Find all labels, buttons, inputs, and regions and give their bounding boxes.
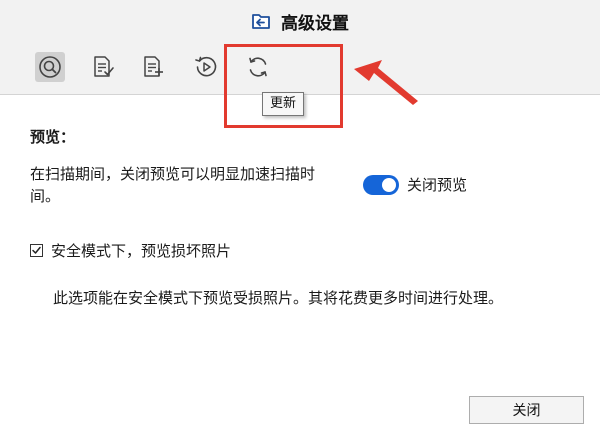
disable-preview-toggle-row[interactable]: 关闭预览 xyxy=(363,174,467,195)
title-bar: 高级设置 xyxy=(0,0,600,42)
window-title: 高级设置 xyxy=(281,13,349,34)
annotation-arrow-icon xyxy=(354,60,418,105)
safe-mode-check-row[interactable]: 安全模式下，预览损坏照片 xyxy=(30,240,231,261)
preview-description: 在扫描期间，关闭预览可以明显加速扫描时间。 xyxy=(30,165,316,205)
folder-back-icon xyxy=(252,14,270,29)
add-file-type-button[interactable] xyxy=(138,52,168,82)
close-button[interactable]: 关闭 xyxy=(469,396,584,424)
annotation-highlight-box xyxy=(224,44,343,128)
history-play-icon xyxy=(195,56,217,77)
disable-preview-label: 关闭预览 xyxy=(407,176,468,194)
document-check-icon xyxy=(94,56,114,77)
safe-mode-label: 安全模式下，预览损坏照片 xyxy=(51,242,232,260)
document-add-icon xyxy=(144,56,163,77)
disable-preview-toggle[interactable] xyxy=(363,174,399,195)
resume-recovery-button[interactable] xyxy=(191,52,221,82)
scan-report-button[interactable] xyxy=(88,52,118,82)
title-group: 高级设置 xyxy=(251,9,349,34)
search-button[interactable] xyxy=(35,52,65,82)
preview-section-title: 预览： xyxy=(30,128,76,146)
checkmark-icon xyxy=(32,246,41,254)
toggle-knob xyxy=(382,177,396,192)
safe-mode-note: 此选项能在安全模式下预览受损照片。其将花费更多时间进行处理。 xyxy=(53,289,504,307)
safe-mode-checkbox[interactable] xyxy=(30,244,43,257)
search-icon xyxy=(39,56,61,78)
